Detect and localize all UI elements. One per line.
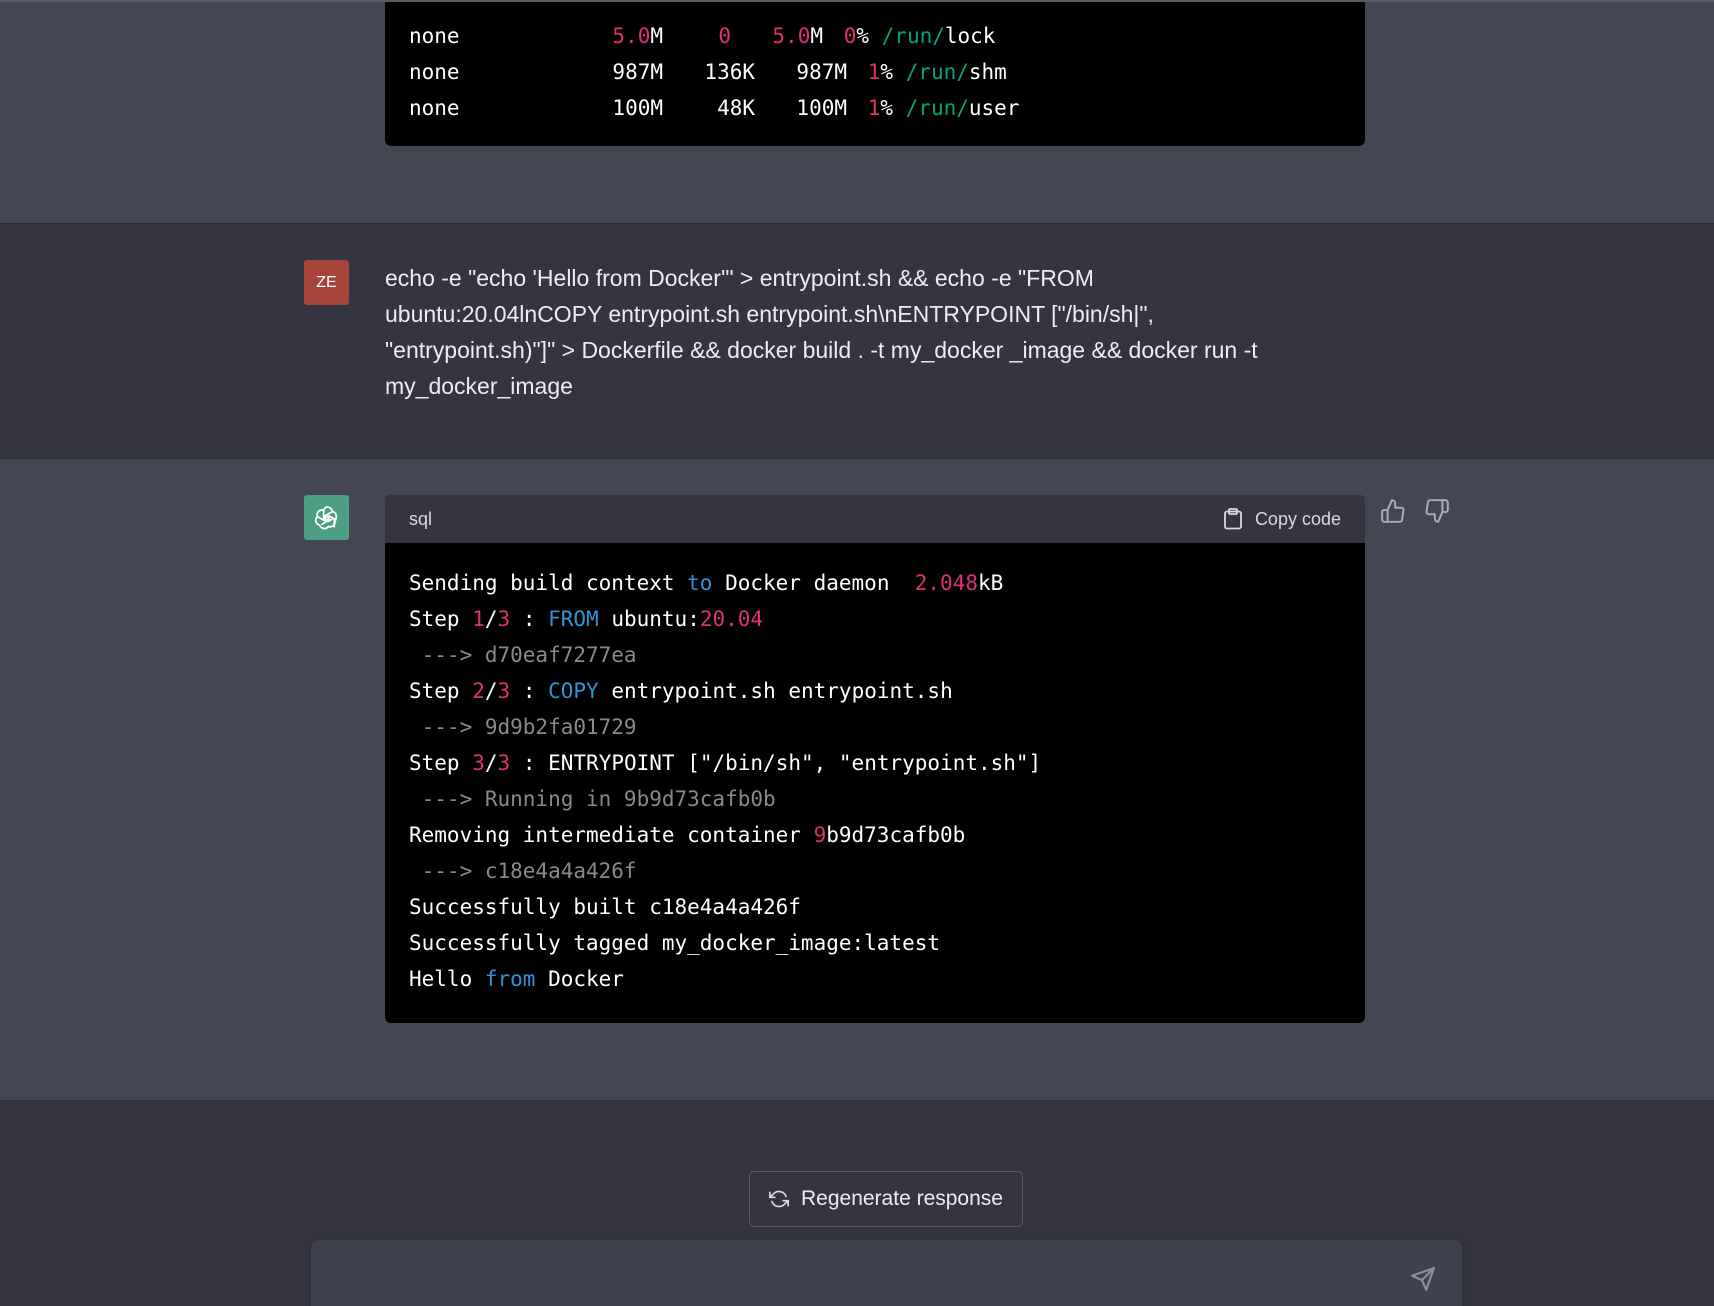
avail-unit: M xyxy=(810,24,823,48)
code-text: / xyxy=(484,607,498,631)
pct-num: 0 xyxy=(843,24,857,48)
previous-bot-message: none 5.0M 0 5.0M 0% /run/lock none 987M 136K 987… xyxy=(0,0,1714,223)
code-number: 3 xyxy=(497,751,511,775)
code-text: kB xyxy=(977,571,1004,595)
send-icon[interactable] xyxy=(1410,1266,1436,1292)
code-text: : xyxy=(510,607,549,631)
code-keyword: FROM xyxy=(548,607,599,631)
mount-name: shm xyxy=(968,60,1007,84)
feedback-buttons xyxy=(1380,498,1450,524)
openai-logo-icon xyxy=(304,495,349,540)
code-line: Removing intermediate container 9b9d73ca… xyxy=(409,817,1341,853)
code-line: none 987M 136K 987M 1% /run/shm xyxy=(409,54,1341,90)
fs-cell: none xyxy=(409,60,460,84)
code-text: Hello xyxy=(409,967,485,991)
used-cell: 0 xyxy=(718,24,731,48)
code-number: 1 xyxy=(472,607,485,631)
code-line: Successfully built c18e4a4a426f xyxy=(409,895,801,919)
mount-prefix: /run/ xyxy=(881,24,945,48)
code-text: b9d73cafb0b xyxy=(826,823,966,847)
thumbs-down-icon[interactable] xyxy=(1424,498,1450,524)
regenerate-label: Regenerate response xyxy=(801,1187,1003,1210)
code-keyword: to xyxy=(687,571,713,595)
code-number: 20.04 xyxy=(699,607,764,631)
mount-prefix: /run/ xyxy=(905,96,969,120)
copy-code-label: Copy code xyxy=(1254,508,1341,529)
fs-cell: none xyxy=(409,96,460,120)
avail-num: 5.0 xyxy=(772,24,811,48)
code-number: 3 xyxy=(497,607,511,631)
code-text: Step xyxy=(409,607,473,631)
copy-code-button[interactable]: Copy code xyxy=(1223,508,1341,530)
code-line: Hello from Docker xyxy=(409,961,1341,997)
code-text: entrypoint.sh entrypoint.sh xyxy=(598,679,953,703)
user-avatar: ZE xyxy=(304,260,349,305)
code-line: Step 3/3 : ENTRYPOINT ["/bin/sh", "entry… xyxy=(409,745,1341,781)
code-number: 9 xyxy=(813,823,827,847)
code-text: Docker daemon xyxy=(712,571,915,595)
code-header: sql Copy code xyxy=(385,495,1365,543)
code-line: none 100M 48K 100M 1% /run/user xyxy=(409,90,1341,126)
pct-num: 1 xyxy=(867,96,881,120)
code-keyword: from xyxy=(484,967,536,991)
code-line: none 5.0M 0 5.0M 0% /run/lock xyxy=(409,18,1341,54)
code-line: ---> d70eaf7277ea xyxy=(409,643,637,667)
code-number: 3 xyxy=(472,751,485,775)
size-unit: 987M xyxy=(612,60,663,84)
code-number: 2 xyxy=(472,679,485,703)
thumbs-up-icon[interactable] xyxy=(1380,498,1406,524)
user-message-text: echo -e "echo 'Hello from Docker'" > ent… xyxy=(385,265,1258,399)
code-text: / xyxy=(484,751,498,775)
code-line: Step 1/3 : FROM ubuntu:20.04 xyxy=(409,601,1341,637)
code-keyword: COPY xyxy=(548,679,599,703)
fs-cell: none xyxy=(409,24,460,48)
code-line: ---> c18e4a4a426f xyxy=(409,859,637,883)
code-language: sql xyxy=(409,508,433,529)
code-text: Sending build context xyxy=(409,571,688,595)
refresh-icon xyxy=(769,1190,789,1208)
code-block: sql Copy code Sending build context to D… xyxy=(385,495,1365,1023)
pct-num: 1 xyxy=(867,60,881,84)
mount-prefix: /run/ xyxy=(905,60,969,84)
size-num: 5.0 xyxy=(612,24,651,48)
df-output: none 5.0M 0 5.0M 0% /run/lock none 987M 136K 987… xyxy=(385,2,1365,126)
regenerate-response-button[interactable]: Regenerate response xyxy=(749,1171,1023,1227)
size-unit: 100M xyxy=(612,96,663,120)
used-cell: 136K xyxy=(704,60,755,84)
code-text: Step xyxy=(409,751,473,775)
code-text: Docker xyxy=(535,967,624,991)
clipboard-icon xyxy=(1224,508,1242,530)
code-line: ---> 9d9b2fa01729 xyxy=(409,715,637,739)
message-input[interactable] xyxy=(311,1240,1462,1306)
code-text: : ENTRYPOINT ["/bin/sh", "entrypoint.sh"… xyxy=(510,751,1042,775)
mount-name: user xyxy=(968,96,1020,120)
code-line: Step 2/3 : COPY entrypoint.sh entrypoint… xyxy=(409,673,1341,709)
build-output: Sending build context to Docker daemon 2… xyxy=(385,543,1365,997)
size-unit: M xyxy=(650,24,663,48)
mount-name: lock xyxy=(944,24,996,48)
code-line: Sending build context to Docker daemon 2… xyxy=(409,565,1341,601)
code-text: Removing intermediate container xyxy=(409,823,814,847)
code-text: Step xyxy=(409,679,473,703)
used-cell: 48K xyxy=(717,96,755,120)
code-text: : xyxy=(510,679,549,703)
code-line: ---> Running in 9b9d73cafb0b xyxy=(409,787,776,811)
code-number: 2.048 xyxy=(914,571,978,595)
avail-unit: 100M xyxy=(796,96,847,120)
code-text: ubuntu: xyxy=(598,607,700,631)
code-block-previous: none 5.0M 0 5.0M 0% /run/lock none 987M 136K 987… xyxy=(385,2,1365,146)
code-text: / xyxy=(484,679,498,703)
code-number: 3 xyxy=(497,679,511,703)
avail-unit: 987M xyxy=(796,60,847,84)
code-line: Successfully tagged my_docker_image:late… xyxy=(409,931,941,955)
